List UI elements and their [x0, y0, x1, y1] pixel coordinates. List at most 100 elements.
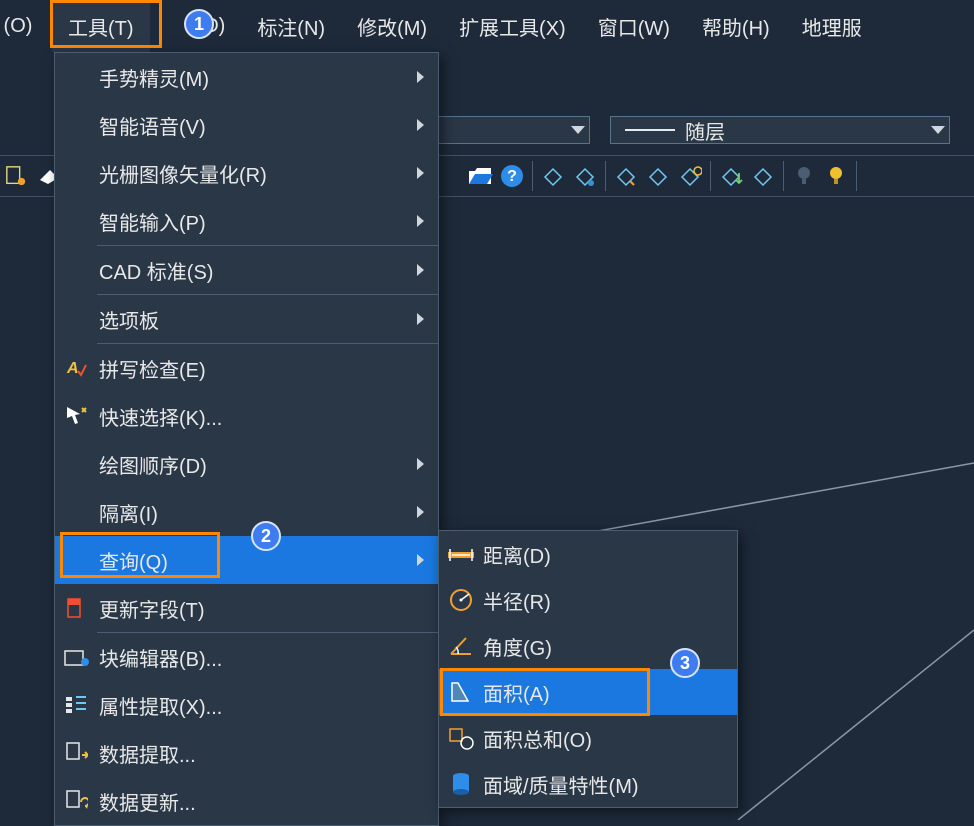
distance-icon: [439, 538, 483, 570]
annotation-badge-3: 3: [670, 648, 700, 678]
menu-item-label: 块编辑器(B)...: [97, 643, 438, 672]
submenu-item-label: 角度(G): [483, 632, 737, 661]
folder-open-icon[interactable]: [467, 163, 493, 189]
menu-geo[interactable]: 地理服: [786, 1, 862, 52]
menu-attr-extract[interactable]: 属性提取(X)...: [55, 681, 438, 729]
layer-tool-icon[interactable]: [613, 163, 639, 189]
layer-down-icon[interactable]: [718, 163, 744, 189]
menu-window[interactable]: 窗口(W): [582, 1, 686, 52]
submenu-arrow-icon: [417, 215, 424, 227]
svg-text:?: ?: [507, 168, 517, 185]
menu-quick-select[interactable]: 快速选择(K)...: [55, 392, 438, 440]
menu-cad-standard[interactable]: CAD 标准(S): [55, 246, 438, 294]
submenu-region-mass[interactable]: 面域/质量特性(M): [439, 761, 737, 807]
menu-item-label: 数据提取...: [97, 739, 438, 768]
data-update-icon: [55, 789, 97, 813]
menu-modify[interactable]: 修改(M): [341, 1, 443, 52]
menu-item-label: 隔离(I): [97, 498, 417, 527]
submenu-item-label: 面积总和(O): [483, 724, 737, 753]
angle-icon: [439, 630, 483, 662]
tools-dropdown: 手势精灵(M) 智能语音(V) 光栅图像矢量化(R) 智能输入(P) CAD 标…: [54, 52, 439, 826]
submenu-arrow-icon: [417, 264, 424, 276]
menu-help[interactable]: 帮助(H): [686, 1, 786, 52]
menu-item-label: 更新字段(T): [97, 594, 438, 623]
submenu-arrow-icon: [417, 119, 424, 131]
layer-blank-icon[interactable]: [750, 163, 776, 189]
menu-update-field[interactable]: 更新字段(T): [55, 584, 438, 632]
highlight-box-1: [50, 0, 162, 48]
menu-item[interactable]: (O): [0, 4, 52, 49]
svg-text:A: A: [66, 360, 79, 377]
submenu-item-label: 面域/质量特性(M): [483, 770, 737, 799]
menu-item-label: 属性提取(X)...: [97, 691, 438, 720]
data-extract-icon: [55, 741, 97, 765]
menu-item-label: 光栅图像矢量化(R): [97, 159, 417, 188]
gear-icon[interactable]: [3, 163, 29, 189]
menu-item-label: 手势精灵(M): [97, 63, 417, 92]
menu-item-label: 拼写检查(E): [97, 354, 438, 383]
line-sample-icon: [625, 129, 675, 131]
layer-style-combo[interactable]: 随层: [610, 116, 950, 144]
menu-smart-input[interactable]: 智能输入(P): [55, 197, 438, 245]
menu-item-label: 选项板: [97, 305, 417, 334]
layer-tool-icon[interactable]: [645, 163, 671, 189]
submenu-distance[interactable]: 距离(D): [439, 531, 737, 577]
combo-1[interactable]: [420, 116, 590, 144]
bulb-on-icon[interactable]: [823, 163, 849, 189]
menu-draw-order[interactable]: 绘图顺序(D): [55, 440, 438, 488]
menu-block-editor[interactable]: 块编辑器(B)...: [55, 633, 438, 681]
highlight-box-3: [440, 668, 650, 716]
radius-icon: [439, 584, 483, 616]
layer-tool-icon[interactable]: [540, 163, 566, 189]
attr-extract-icon: [55, 694, 97, 716]
property-combo-row: 随层: [420, 115, 974, 145]
annotation-badge-1: 1: [184, 9, 214, 39]
menu-item-label: 绘图顺序(D): [97, 450, 417, 479]
highlight-box-2: [60, 532, 220, 578]
help-icon[interactable]: ?: [499, 163, 525, 189]
menu-palette[interactable]: 选项板: [55, 295, 438, 343]
area-sum-icon: [439, 722, 483, 754]
bulb-off-icon[interactable]: [791, 163, 817, 189]
separator: [605, 161, 606, 191]
menu-raster-vector[interactable]: 光栅图像矢量化(R): [55, 149, 438, 197]
layer-sun-icon[interactable]: [677, 163, 703, 189]
submenu-area-sum[interactable]: 面积总和(O): [439, 715, 737, 761]
menu-item-label: 智能语音(V): [97, 111, 417, 140]
submenu-radius[interactable]: 半径(R): [439, 577, 737, 623]
menu-isolate[interactable]: 隔离(I): [55, 488, 438, 536]
region-mass-icon: [439, 768, 483, 800]
annotation-badge-2: 2: [251, 521, 281, 551]
chevron-down-icon: [931, 126, 945, 134]
submenu-arrow-icon: [417, 554, 424, 566]
update-field-icon: [55, 596, 97, 620]
submenu-arrow-icon: [417, 167, 424, 179]
submenu-item-label: 距离(D): [483, 540, 737, 569]
quick-select-icon: [55, 404, 97, 428]
separator: [856, 161, 857, 191]
submenu-arrow-icon: [417, 458, 424, 470]
layer-tool-icon[interactable]: [572, 163, 598, 189]
menu-ext-tools[interactable]: 扩展工具(X): [443, 1, 582, 52]
menu-spellcheck[interactable]: A 拼写检查(E): [55, 344, 438, 392]
submenu-arrow-icon: [417, 506, 424, 518]
separator: [710, 161, 711, 191]
submenu-arrow-icon: [417, 71, 424, 83]
menu-data-update[interactable]: 数据更新...: [55, 777, 438, 825]
block-editor-icon: [55, 646, 97, 668]
menu-item-label: 智能输入(P): [97, 207, 417, 236]
separator: [783, 161, 784, 191]
menu-annotate[interactable]: 标注(N): [241, 1, 341, 52]
submenu-item-label: 半径(R): [483, 586, 737, 615]
menu-gesture[interactable]: 手势精灵(M): [55, 53, 438, 101]
separator: [532, 161, 533, 191]
spell-check-icon: A: [55, 357, 97, 379]
layer-style-combo-label: 随层: [685, 116, 725, 145]
menu-item-label: 数据更新...: [97, 787, 438, 816]
menu-data-extract[interactable]: 数据提取...: [55, 729, 438, 777]
chevron-down-icon: [571, 126, 585, 134]
menu-item-label: CAD 标准(S): [97, 256, 417, 285]
submenu-arrow-icon: [417, 313, 424, 325]
menu-item-label: 快速选择(K)...: [97, 402, 438, 431]
menu-voice[interactable]: 智能语音(V): [55, 101, 438, 149]
